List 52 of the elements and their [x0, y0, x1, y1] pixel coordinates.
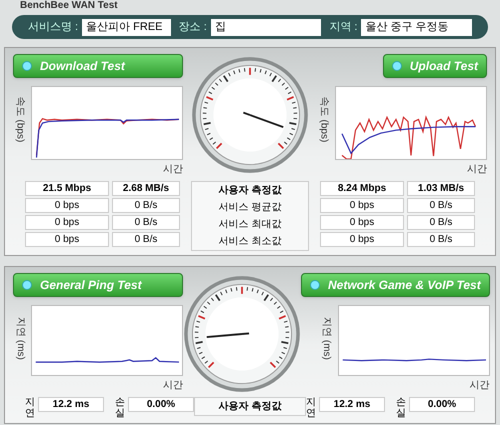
field-label: 지역 : — [329, 20, 358, 35]
value-field: 12.2 ms — [319, 397, 385, 412]
status-light-icon — [392, 61, 402, 71]
value-field: 0 bps — [25, 215, 109, 230]
value-field: 0 bps — [320, 232, 404, 247]
status-light-icon — [22, 61, 32, 71]
value-field: 0 B/s — [407, 232, 475, 247]
value-field: 0 B/s — [112, 232, 180, 247]
stat-label: 사용자 측정값 — [218, 400, 282, 414]
field-label: 장소 : — [178, 20, 207, 35]
delay-label: 지연 — [25, 397, 35, 420]
value-field: 2.68 MB/s — [112, 181, 180, 196]
field-label: 서비스명 : — [28, 20, 78, 35]
value-field: 0 bps — [320, 215, 404, 230]
y-axis-label: 지연 (ms) — [14, 317, 26, 360]
value-field: 12.2 ms — [38, 397, 104, 412]
stat-label: 사용자 측정값 — [218, 184, 282, 198]
value-field: 0 bps — [320, 198, 404, 213]
value-field: 21.5 Mbps — [25, 181, 109, 196]
value-field: 0.00% — [409, 397, 475, 412]
value-field: 0 B/s — [407, 215, 475, 230]
y-axis-label: 지연 (ms) — [320, 317, 334, 360]
y-axis-label: 속도 (bps) — [318, 96, 330, 142]
test-button[interactable]: Network Game & VoIP Test — [301, 273, 490, 297]
value-field: 8.24 Mbps — [320, 181, 404, 196]
app-title: BenchBee WAN Test — [20, 1, 118, 11]
test-button[interactable]: General Ping Test — [13, 273, 183, 297]
value-field: 0 B/s — [112, 198, 180, 213]
value-field: 1.03 MB/s — [407, 181, 475, 196]
value-field: 0 bps — [25, 198, 109, 213]
loss-label: 손실 — [115, 397, 125, 420]
value-field: 0 B/s — [407, 198, 475, 213]
value-field: 0.00% — [128, 397, 194, 412]
info-field: 울산피아 FREE — [82, 18, 171, 36]
x-axis-label: 시간 — [470, 379, 490, 394]
value-field: 0 B/s — [112, 215, 180, 230]
info-field: 집 — [210, 18, 322, 36]
test-button[interactable]: Upload Test — [382, 54, 487, 78]
info-field: 울산 중구 우정동 — [361, 18, 472, 36]
x-axis-label: 시간 — [467, 163, 487, 177]
test-button[interactable]: Download Test — [13, 54, 183, 78]
x-axis-label: 시간 — [163, 379, 183, 394]
loss-label: 손실 — [396, 397, 406, 420]
stat-label: 서비스 최대값 — [218, 218, 282, 232]
value-field: 0 bps — [25, 232, 109, 247]
status-light-icon — [310, 280, 320, 290]
stat-label: 서비스 평균값 — [218, 201, 282, 215]
y-axis-label: 속도 (bps) — [14, 96, 26, 142]
stat-label: 서비스 최소값 — [218, 235, 282, 249]
status-light-icon — [22, 280, 32, 290]
delay-label: 지연 — [306, 397, 316, 420]
x-axis-label: 시간 — [163, 163, 183, 177]
